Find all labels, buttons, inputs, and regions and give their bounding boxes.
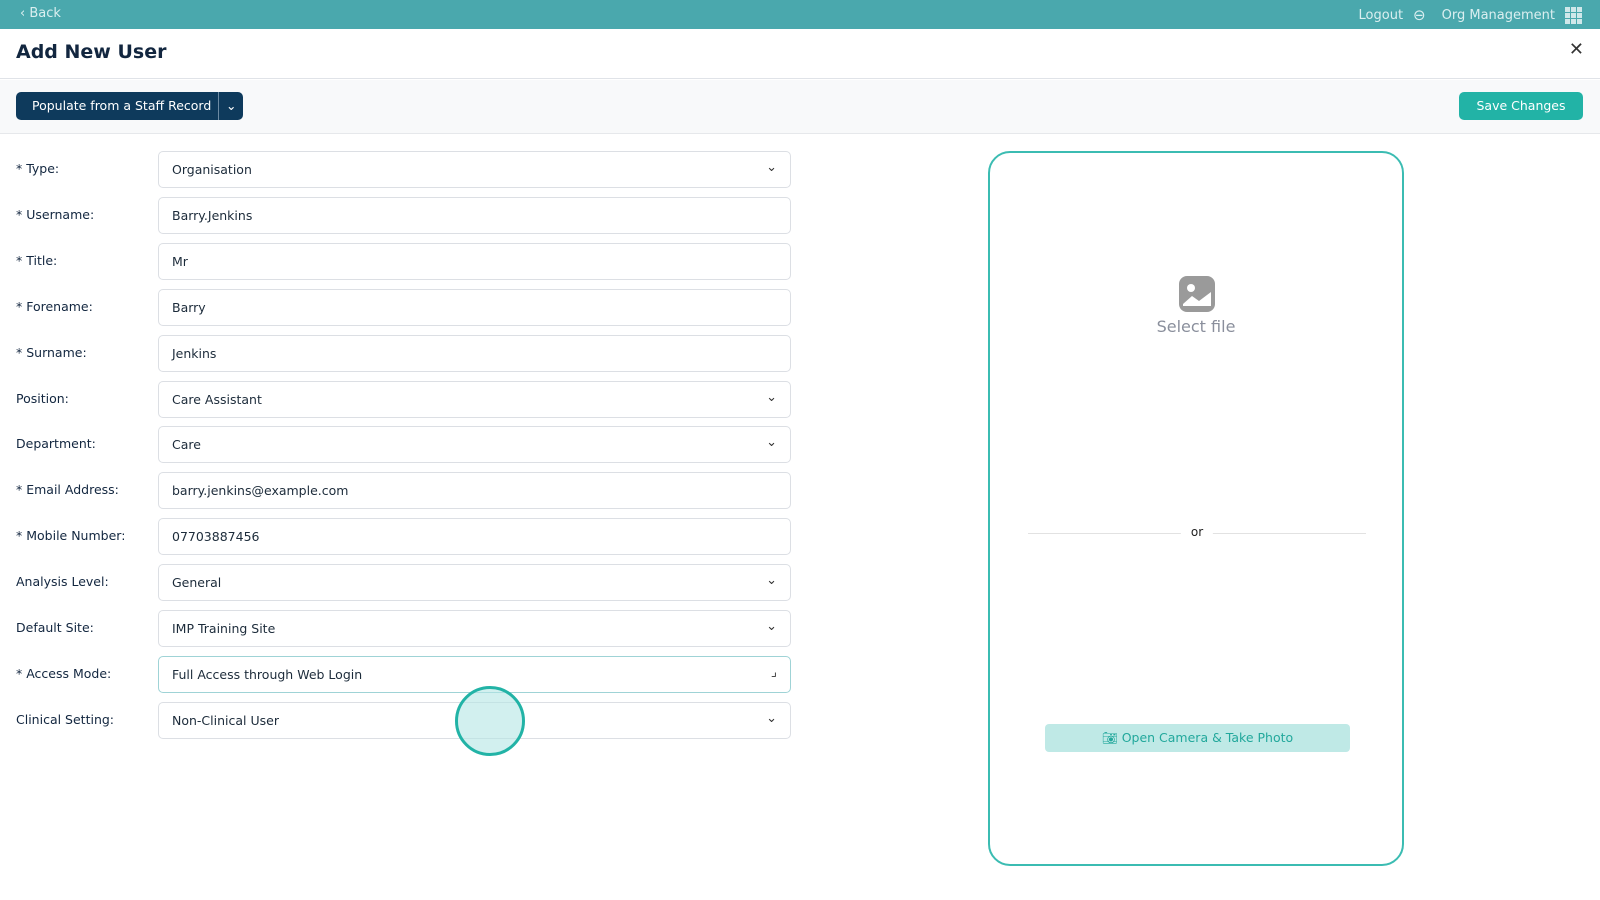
- username-input[interactable]: Barry.Jenkins: [158, 196, 791, 234]
- form-row: * Mobile Number: 07703887456: [16, 518, 806, 556]
- position-value: Care Assistant: [172, 391, 262, 407]
- click-indicator: [455, 686, 525, 756]
- analysis-level-label: Analysis Level:: [16, 574, 109, 590]
- chevron-down-icon: ⌄: [766, 619, 777, 634]
- position-select[interactable]: Care Assistant ⌄: [158, 380, 791, 418]
- open-camera-button[interactable]: 📷︎ Open Camera & Take Photo: [1045, 724, 1350, 752]
- chevron-down-icon: ⌄: [766, 573, 777, 589]
- form-row: * Forename: Barry: [16, 288, 806, 326]
- form-row: Default Site: IMP Training Site ⌄: [16, 610, 806, 647]
- access-mode-select[interactable]: Full Access through Web Login ⌟: [158, 655, 791, 693]
- form-row: * Title: Mr: [16, 242, 806, 280]
- clinical-setting-value: Non-Clinical User: [172, 712, 279, 728]
- title-input[interactable]: Mr: [158, 242, 791, 280]
- forename-input[interactable]: Barry: [158, 288, 791, 326]
- type-label: * Type:: [16, 161, 60, 176]
- form-row: Clinical Setting: Non-Clinical User ⌄: [16, 701, 806, 739]
- form-row: Analysis Level: General ⌄: [16, 564, 806, 602]
- photo-upload-area[interactable]: Select file or 📷︎ Open Camera & Take Pho…: [988, 151, 1404, 866]
- camera-icon: 📷︎: [1101, 730, 1122, 745]
- title-value: Mr: [172, 253, 188, 269]
- surname-value: Jenkins: [172, 345, 217, 361]
- username-value: Barry.Jenkins: [172, 207, 253, 223]
- chevron-down-icon[interactable]: ⌄: [219, 92, 243, 120]
- department-value: Care: [172, 437, 201, 453]
- or-divider: or: [1028, 525, 1366, 539]
- form-row: * Type: Organisation ⌄: [16, 151, 806, 188]
- chevron-down-icon: ⌟: [770, 664, 777, 680]
- default-site-select[interactable]: IMP Training Site ⌄: [158, 610, 791, 647]
- chevron-down-icon: ⌄: [766, 710, 777, 726]
- title-label: * Title:: [16, 252, 58, 268]
- access-mode-value: Full Access through Web Login: [172, 666, 363, 682]
- mobile-number-value: 07703887456: [172, 529, 260, 545]
- type-value: Organisation: [172, 162, 252, 177]
- type-select[interactable]: Organisation ⌄: [158, 151, 791, 188]
- close-icon[interactable]: ✕: [1569, 39, 1584, 60]
- page-header: Add New User ✕: [0, 29, 1600, 79]
- mobile-number-input[interactable]: 07703887456: [158, 518, 791, 556]
- form-row: Department: Care ⌄: [16, 426, 806, 464]
- chevron-down-icon: ⌄: [766, 389, 777, 405]
- department-label: Department:: [16, 436, 96, 452]
- default-site-value: IMP Training Site: [172, 621, 276, 636]
- email-address-label: * Email Address:: [16, 482, 119, 498]
- surname-label: * Surname:: [16, 344, 87, 360]
- surname-input[interactable]: Jenkins: [158, 334, 791, 372]
- chevron-down-icon: ⌄: [766, 435, 777, 451]
- email-address-input[interactable]: barry.jenkins@example.com: [158, 472, 791, 510]
- default-site-label: Default Site:: [16, 620, 94, 635]
- save-changes-button[interactable]: Save Changes: [1459, 92, 1583, 120]
- analysis-level-select[interactable]: General ⌄: [158, 564, 791, 602]
- populate-button[interactable]: Populate from a Staff Record: [16, 92, 220, 120]
- open-camera-label: Open Camera & Take Photo: [1121, 730, 1294, 745]
- populate-split-button: Populate from a Staff Record ⌄: [16, 92, 244, 120]
- chevron-down-icon: ⌄: [766, 160, 777, 175]
- username-label: * Username:: [16, 206, 95, 222]
- toolbar: Populate from a Staff Record ⌄ Save Chan…: [0, 80, 1600, 134]
- top-bar: ‹ Back Logout ⊖ Org Management: [0, 0, 1600, 29]
- clinical-setting-label: Clinical Setting:: [16, 711, 115, 727]
- form-row: * Access Mode: Full Access through Web L…: [16, 655, 806, 693]
- image-icon: [1179, 276, 1215, 312]
- form-row: * Username: Barry.Jenkins: [16, 196, 806, 234]
- forename-label: * Forename:: [16, 298, 93, 314]
- page-title: Add New User: [16, 41, 167, 63]
- org-management-link[interactable]: Org Management: [1442, 8, 1555, 23]
- or-text: or: [1180, 525, 1214, 539]
- form-row: * Surname: Jenkins: [16, 334, 806, 372]
- department-select[interactable]: Care ⌄: [158, 426, 791, 464]
- forename-value: Barry: [172, 299, 206, 315]
- access-mode-label: * Access Mode:: [16, 665, 112, 681]
- analysis-level-value: General: [172, 575, 222, 591]
- form-row: * Email Address: barry.jenkins@example.c…: [16, 472, 806, 510]
- select-file-link[interactable]: Select file: [990, 317, 1402, 336]
- logout-icon[interactable]: ⊖: [1413, 6, 1426, 24]
- logout-link[interactable]: Logout: [1359, 8, 1404, 23]
- email-address-value: barry.jenkins@example.com: [172, 483, 349, 499]
- position-label: Position:: [16, 390, 69, 406]
- form-row: Position: Care Assistant ⌄: [16, 380, 806, 418]
- apps-grid-icon[interactable]: [1565, 6, 1582, 24]
- back-link[interactable]: ‹ Back: [20, 6, 61, 21]
- mobile-number-label: * Mobile Number:: [16, 528, 126, 544]
